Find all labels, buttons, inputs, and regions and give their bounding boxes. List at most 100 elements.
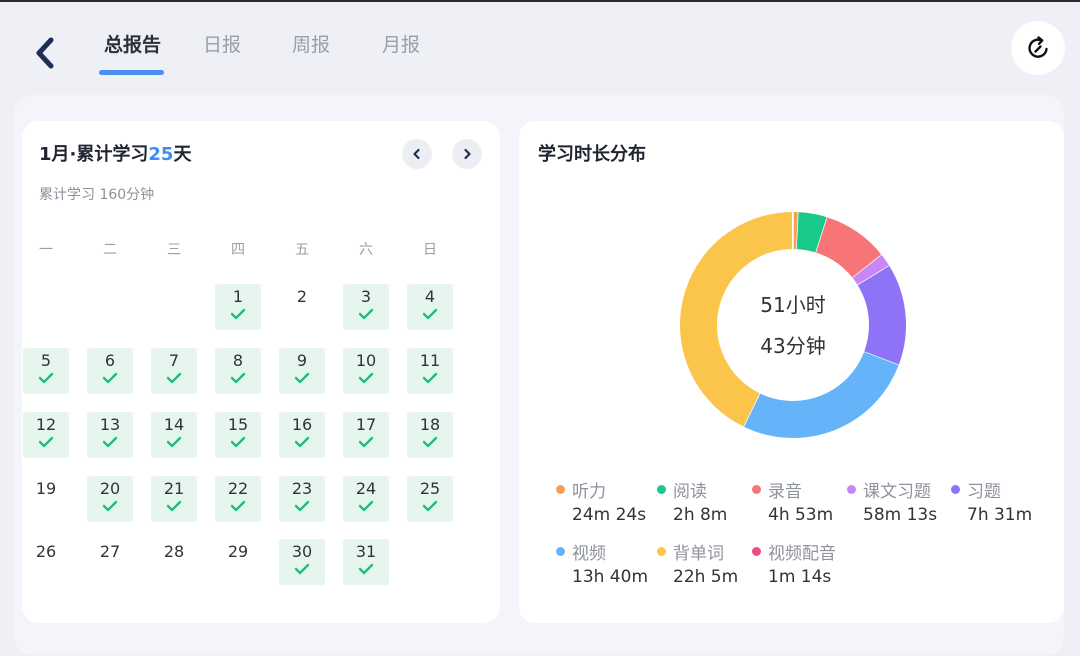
- donut-segment: [680, 212, 794, 427]
- tab-weekly-report[interactable]: 周报: [292, 30, 330, 57]
- day-number: 18: [419, 415, 441, 434]
- weekday-label: 六: [359, 242, 373, 258]
- refresh-icon: [1028, 36, 1048, 58]
- refresh-button[interactable]: [1011, 21, 1065, 75]
- total-minutes: 43分钟: [760, 334, 826, 358]
- check-icon: [38, 436, 54, 448]
- day-number: 23: [291, 479, 313, 498]
- calendar-day[interactable]: 8: [215, 348, 261, 394]
- legend-dot: [951, 485, 960, 494]
- total-hours: 51小时: [760, 293, 826, 317]
- calendar-day[interactable]: 15: [215, 412, 261, 458]
- calendar-day[interactable]: 31: [343, 539, 389, 585]
- calendar-day[interactable]: 29: [215, 539, 261, 585]
- day-number: 14: [163, 415, 185, 434]
- day-number: 19: [35, 479, 57, 498]
- legend-value: 58m 13s: [863, 505, 938, 525]
- legend-value: 4h 53m: [768, 505, 834, 525]
- legend-dot: [847, 485, 856, 494]
- calendar-day[interactable]: 7: [151, 348, 197, 394]
- calendar-day[interactable]: 18: [407, 412, 453, 458]
- calendar-day[interactable]: 17: [343, 412, 389, 458]
- day-number: 2: [296, 287, 308, 306]
- legend-label: 视频: [572, 544, 606, 564]
- check-icon: [358, 500, 374, 512]
- day-number: 10: [355, 351, 377, 370]
- day-number: 27: [99, 542, 121, 561]
- donut-chart: [680, 211, 906, 438]
- calendar-day[interactable]: 2: [279, 284, 325, 330]
- calendar-day[interactable]: 21: [151, 476, 197, 522]
- calendar-day[interactable]: 9: [279, 348, 325, 394]
- day-number: 16: [291, 415, 313, 434]
- calendar-day[interactable]: 1: [215, 284, 261, 330]
- check-icon: [358, 372, 374, 384]
- check-icon: [166, 436, 182, 448]
- day-number: 15: [227, 415, 249, 434]
- day-number: 12: [35, 415, 57, 434]
- day-number: 6: [104, 351, 116, 370]
- donut-segment: [743, 351, 899, 438]
- check-icon: [358, 308, 374, 320]
- prev-month-button[interactable]: [402, 139, 432, 169]
- study-distribution-card: 学习时长分布 51小时 43分钟 听力 24m 24s 阅读 2h 8m 录音 4h 53…: [519, 121, 1064, 623]
- check-icon: [102, 436, 118, 448]
- tab-daily-report[interactable]: 日报: [203, 30, 241, 57]
- legend-value: 1m 14s: [768, 567, 832, 587]
- day-number: 11: [419, 351, 441, 370]
- day-number: 4: [424, 287, 436, 306]
- weekday-label: 三: [167, 242, 181, 258]
- top-border: [0, 0, 1080, 2]
- calendar-day[interactable]: 4: [407, 284, 453, 330]
- calendar-day[interactable]: 12: [23, 412, 69, 458]
- legend-value: 22h 5m: [673, 567, 739, 587]
- day-number: 5: [40, 351, 52, 370]
- legend-value: 13h 40m: [572, 567, 649, 587]
- legend-dot: [556, 547, 565, 556]
- day-number: 28: [163, 542, 185, 561]
- calendar-day[interactable]: 16: [279, 412, 325, 458]
- check-icon: [294, 436, 310, 448]
- tab-monthly-report[interactable]: 月报: [382, 30, 420, 57]
- study-days-count: 25: [148, 144, 174, 165]
- next-month-button[interactable]: [452, 139, 482, 169]
- donut-segment: [857, 265, 906, 366]
- day-number: 3: [360, 287, 372, 306]
- day-number: 29: [227, 542, 249, 561]
- weekday-label: 二: [103, 242, 117, 258]
- tab-overall-report[interactable]: 总报告: [104, 30, 161, 57]
- calendar-day[interactable]: 24: [343, 476, 389, 522]
- donut-segment: [796, 212, 828, 253]
- weekday-label: 四: [231, 242, 245, 258]
- calendar-card: 1月·累计学习25天 累计学习 160分钟 一二三四五六日 1234567891…: [22, 121, 500, 623]
- back-button[interactable]: [30, 36, 62, 70]
- chevron-left-icon: [36, 37, 54, 69]
- calendar-day[interactable]: 14: [151, 412, 197, 458]
- calendar-day[interactable]: 28: [151, 539, 197, 585]
- calendar-day[interactable]: 13: [87, 412, 133, 458]
- day-number: 25: [419, 479, 441, 498]
- check-icon: [422, 308, 438, 320]
- calendar-day[interactable]: 11: [407, 348, 453, 394]
- check-icon: [230, 436, 246, 448]
- calendar-day[interactable]: 30: [279, 539, 325, 585]
- calendar-day[interactable]: 20: [87, 476, 133, 522]
- donut-segment: [815, 217, 882, 279]
- distribution-title: 学习时长分布: [538, 144, 646, 165]
- calendar-day[interactable]: 6: [87, 348, 133, 394]
- day-number: 24: [355, 479, 377, 498]
- calendar-day[interactable]: 5: [23, 348, 69, 394]
- calendar-day[interactable]: 27: [87, 539, 133, 585]
- legend-dot: [657, 485, 666, 494]
- check-icon: [422, 436, 438, 448]
- calendar-day[interactable]: 25: [407, 476, 453, 522]
- calendar-day[interactable]: 10: [343, 348, 389, 394]
- calendar-day[interactable]: 23: [279, 476, 325, 522]
- calendar-day[interactable]: 3: [343, 284, 389, 330]
- calendar-day[interactable]: 26: [23, 539, 69, 585]
- calendar-day[interactable]: 19: [23, 476, 69, 522]
- day-number: 20: [99, 479, 121, 498]
- calendar-day[interactable]: 22: [215, 476, 261, 522]
- check-icon: [294, 500, 310, 512]
- check-icon: [102, 500, 118, 512]
